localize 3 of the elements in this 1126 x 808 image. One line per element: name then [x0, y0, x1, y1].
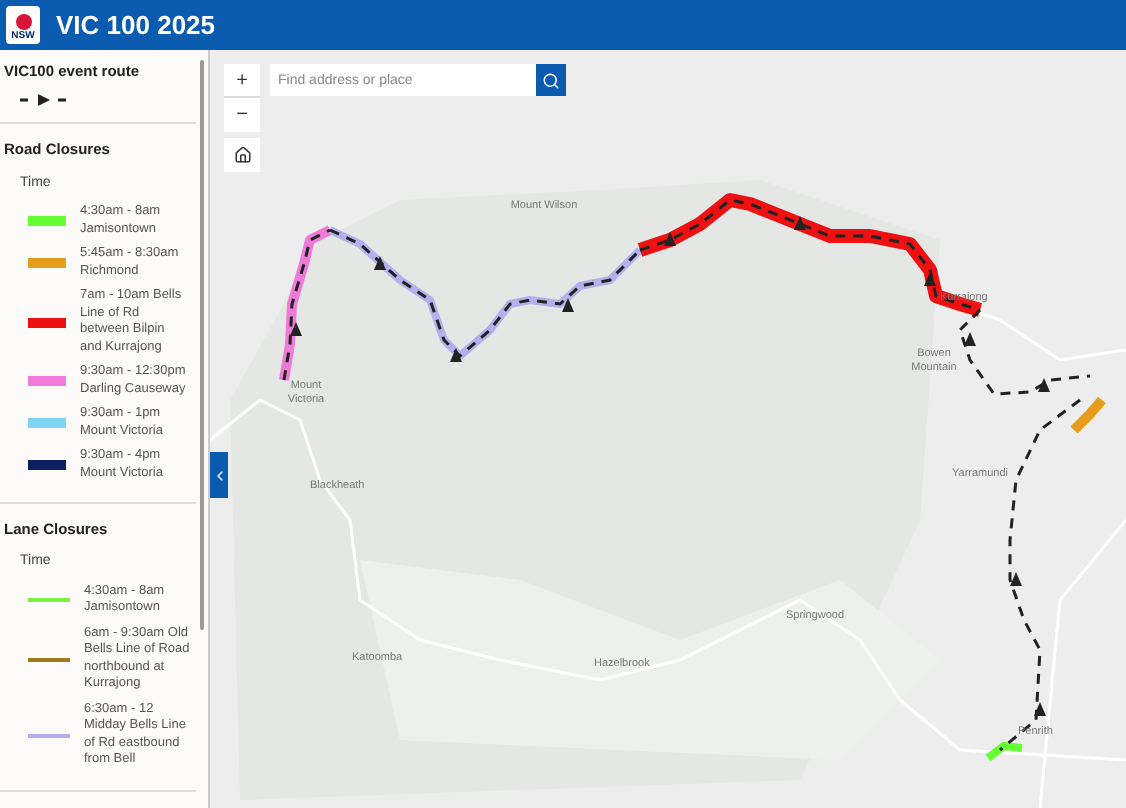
zoom-out-button[interactable]: −: [224, 98, 260, 132]
zoom-in-button[interactable]: +: [224, 64, 260, 98]
app-title: VIC 100 2025: [56, 7, 216, 44]
